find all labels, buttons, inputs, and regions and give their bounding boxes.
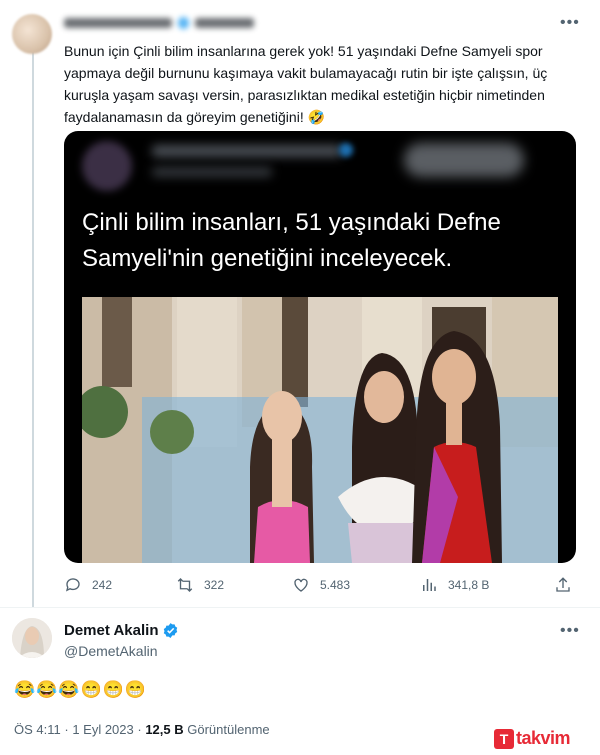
retweet-count: 322 xyxy=(204,578,225,592)
divider xyxy=(0,607,600,608)
reply-icon xyxy=(65,578,80,592)
share-button[interactable] xyxy=(554,576,572,594)
photo-illustration xyxy=(82,297,558,563)
quoted-tweet[interactable]: ••• Bunun için Çinli bilim insanlarına g… xyxy=(0,0,600,608)
takvim-watermark: T takvim xyxy=(494,728,571,749)
media-photo xyxy=(82,297,558,563)
tweet-actions: 242 322 5.483 341,8 B xyxy=(64,576,584,600)
view-count: 12,5 B xyxy=(145,722,184,737)
more-options-icon[interactable]: ••• xyxy=(560,14,580,32)
media-follow-button-blurred xyxy=(404,143,524,177)
media-headline: Çinli bilim insanları, 51 yaşındaki Defn… xyxy=(82,209,501,272)
thread-line xyxy=(32,52,34,608)
reply-author-name[interactable]: Demet Akalin xyxy=(64,622,179,639)
media-account-handle-blurred xyxy=(152,167,272,177)
avatar-photo xyxy=(12,618,52,658)
heart-icon xyxy=(294,578,308,592)
media-verified-icon-blurred xyxy=(339,143,353,157)
reply-author-handle[interactable]: @DemetAkalin xyxy=(64,643,158,659)
reply-author-name-label: Demet Akalin xyxy=(64,622,159,639)
reply-author-avatar[interactable] xyxy=(12,618,52,658)
media-account-avatar-blurred xyxy=(82,141,132,191)
author-avatar-blurred[interactable] xyxy=(12,14,52,54)
reply-count: 242 xyxy=(92,578,113,592)
views-label: Görüntülenme xyxy=(187,722,270,737)
reply-more-options-icon[interactable]: ••• xyxy=(560,622,580,640)
retweet-button[interactable]: 322 xyxy=(176,576,224,594)
author-name-blurred[interactable] xyxy=(64,16,254,30)
reply-button[interactable]: 242 xyxy=(64,576,112,594)
retweet-icon xyxy=(177,578,193,592)
tweet-media-image[interactable]: Çinli bilim insanları, 51 yaşındaki Defn… xyxy=(64,131,576,563)
tweet-text: Bunun için Çinli bilim insanlarına gerek… xyxy=(64,43,548,125)
like-count: 5.483 xyxy=(320,578,351,592)
tweet-date[interactable]: 1 Eyl 2023 xyxy=(72,722,133,737)
analytics-icon xyxy=(423,579,436,591)
tweet-metadata: ÖS 4:11 · 1 Eyl 2023 · 12,5 B Görüntülen… xyxy=(14,722,270,737)
like-button[interactable]: 5.483 xyxy=(292,576,350,594)
share-icon xyxy=(556,577,570,592)
reply-text: 😂😂😂😁😁😁 xyxy=(14,680,148,699)
takvim-logo: T xyxy=(494,728,514,749)
views-count: 341,8 B xyxy=(448,578,490,592)
tweet-time[interactable]: ÖS 4:11 xyxy=(14,722,61,737)
views-button[interactable]: 341,8 B xyxy=(420,576,489,594)
takvim-wordmark: takvim xyxy=(516,728,571,748)
media-account-name-blurred xyxy=(152,145,342,157)
verified-badge-icon xyxy=(164,623,178,638)
